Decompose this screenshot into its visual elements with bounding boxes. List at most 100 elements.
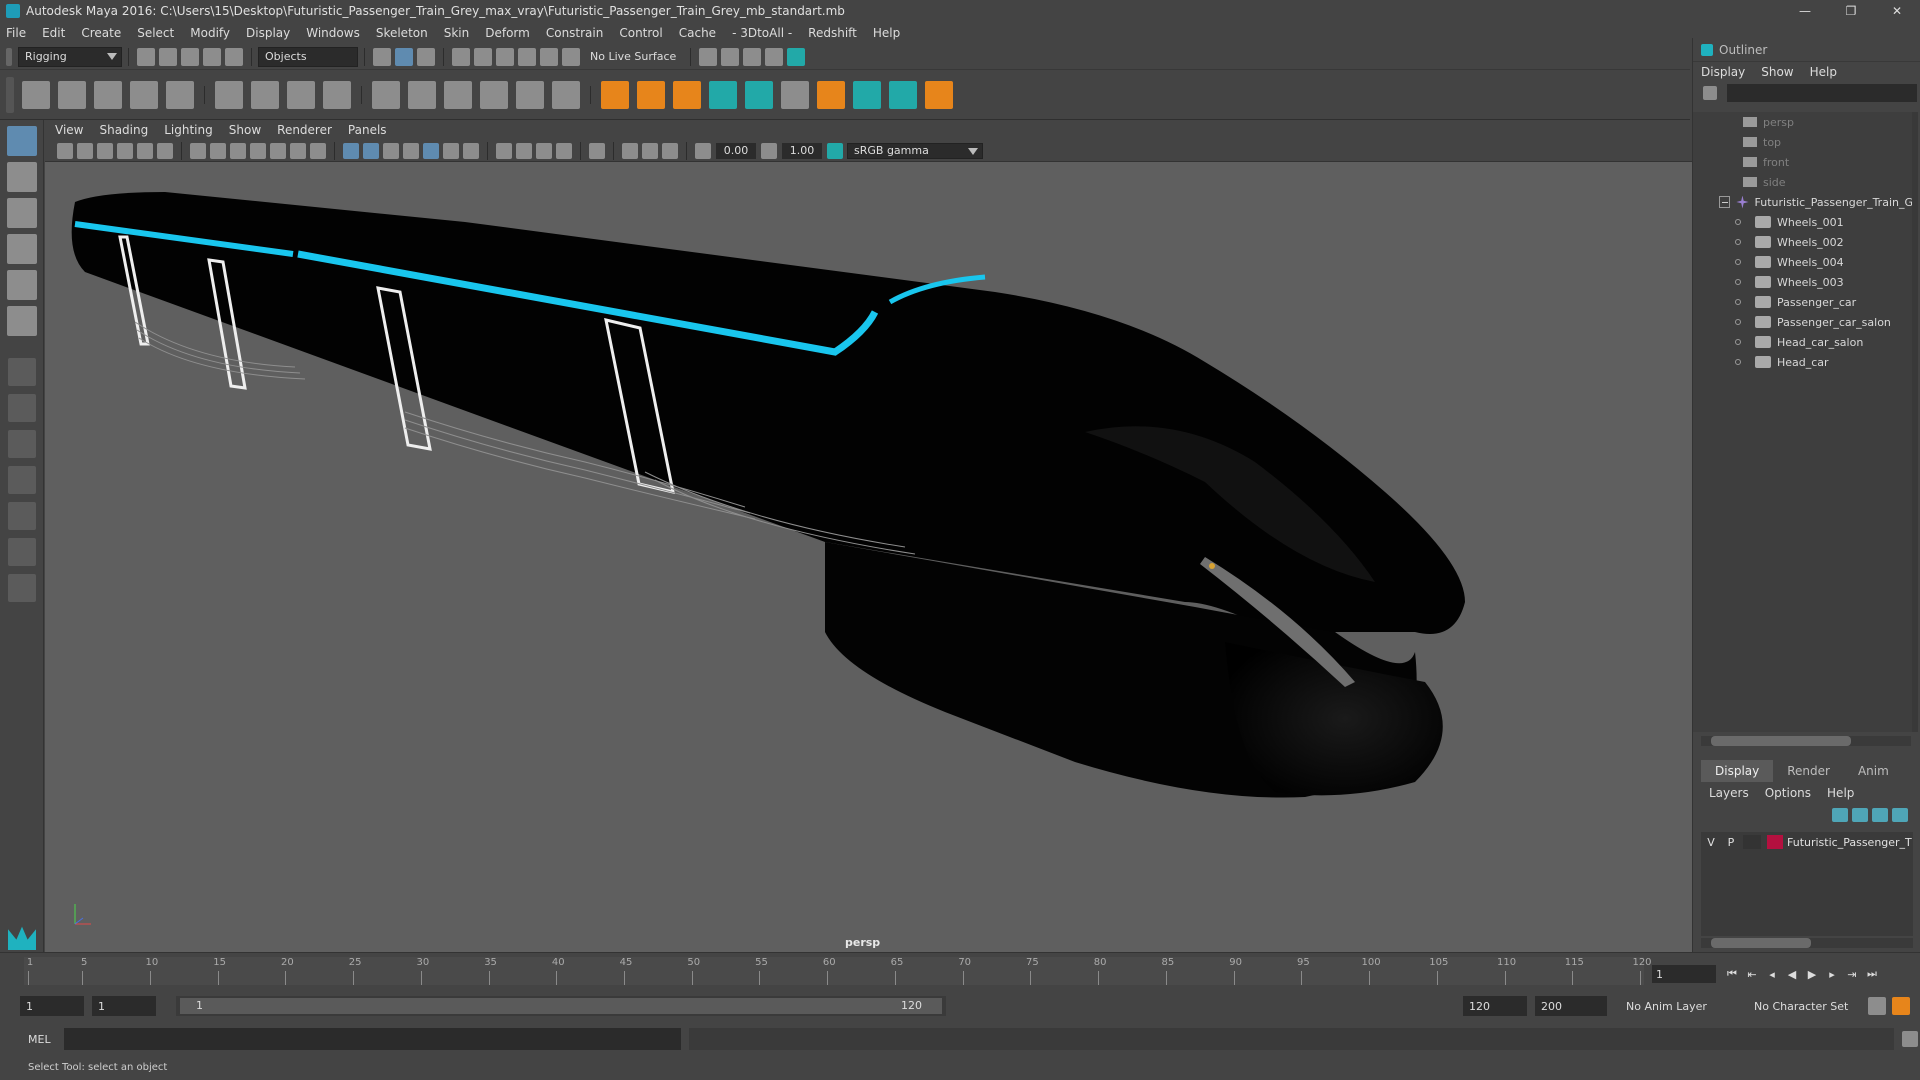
default-material-icon[interactable] — [383, 142, 399, 159]
maya-shelf-icon[interactable] — [889, 80, 917, 109]
live-surface-label[interactable]: No Live Surface — [590, 50, 676, 63]
exposure-field[interactable]: 0.00 — [716, 142, 756, 159]
selection-mode-dropdown[interactable]: Objects — [258, 46, 358, 67]
render-current-icon[interactable] — [721, 47, 740, 66]
xray-icon[interactable] — [622, 142, 638, 159]
character-set-dropdown[interactable]: No Character Set — [1748, 996, 1864, 1016]
command-input[interactable] — [63, 1028, 682, 1050]
animation-preferences-icon[interactable] — [1892, 997, 1910, 1015]
menu-display[interactable]: Display — [246, 26, 290, 40]
camera-lock-icon[interactable] — [77, 142, 93, 159]
tree-item-mesh[interactable]: Wheels_004 — [1693, 252, 1913, 272]
undo-icon[interactable] — [203, 47, 221, 66]
shadows-icon[interactable] — [463, 142, 479, 159]
locator-icon[interactable] — [601, 80, 629, 109]
isolate-select-icon[interactable] — [589, 142, 605, 159]
snap-surface-icon[interactable] — [540, 47, 558, 66]
redo-icon[interactable] — [225, 47, 243, 66]
range-slider-fill[interactable] — [180, 998, 942, 1014]
auto-key-icon[interactable] — [1868, 997, 1886, 1015]
parent-constraint-icon[interactable] — [516, 80, 544, 109]
exposure-icon[interactable] — [695, 142, 711, 159]
menu-create[interactable]: Create — [81, 26, 121, 40]
layer-color-swatch[interactable] — [1767, 835, 1783, 849]
playback-end-field[interactable]: 120 — [1463, 996, 1527, 1016]
rotate-tool-icon[interactable] — [6, 270, 37, 300]
time-slider-track[interactable]: 1 5 10 15 20 25 30 35 40 45 50 55 60 65 70 75 80 85 90 95 10… — [24, 957, 1652, 985]
particle-icon[interactable] — [673, 80, 701, 109]
tab-display[interactable]: Display — [1701, 760, 1774, 782]
select-hierarchy-icon[interactable] — [373, 47, 391, 66]
menu-skin[interactable]: Skin — [444, 26, 470, 40]
step-back-key-button[interactable]: ⇤ — [1742, 965, 1762, 983]
menu-constrain[interactable]: Constrain — [546, 26, 604, 40]
snap-view-icon[interactable] — [518, 47, 536, 66]
train-3d-model[interactable] — [45, 162, 1692, 952]
2d-pan-icon[interactable] — [137, 142, 153, 159]
camera-select-icon[interactable] — [57, 142, 73, 159]
layout-menu-icon[interactable] — [7, 574, 36, 602]
scale-constraint-icon[interactable] — [480, 80, 508, 109]
snap-grid-icon[interactable] — [452, 47, 470, 66]
menu-edit[interactable]: Edit — [42, 26, 65, 40]
tree-item-mesh[interactable]: Wheels_001 — [1693, 212, 1913, 232]
viewport-menu-lighting[interactable]: Lighting — [164, 123, 213, 137]
bind-skin-icon[interactable] — [215, 80, 243, 109]
four-view-icon[interactable] — [7, 394, 36, 422]
depth-of-field-icon[interactable] — [556, 142, 572, 159]
safe-action-icon[interactable] — [290, 142, 306, 159]
ik-handle-icon[interactable] — [58, 80, 86, 109]
viewport-menu-panels[interactable]: Panels — [348, 123, 387, 137]
color-management-icon[interactable] — [827, 142, 843, 159]
step-back-frame-button[interactable]: ◂ — [1762, 965, 1782, 983]
range-slider-bar[interactable]: 1 120 — [176, 996, 946, 1016]
menu-modify[interactable]: Modify — [190, 26, 230, 40]
save-scene-icon[interactable] — [181, 47, 199, 66]
layer-playback-toggle[interactable]: P — [1721, 836, 1741, 849]
tree-item-camera[interactable]: side — [1693, 172, 1913, 192]
ambient-occlusion-icon[interactable] — [496, 142, 512, 159]
script-icon[interactable] — [925, 80, 953, 109]
lattice-icon[interactable] — [287, 80, 315, 109]
paint-weights-icon[interactable] — [817, 80, 845, 109]
outliner-menu-help[interactable]: Help — [1810, 65, 1837, 79]
joint-tool-icon[interactable] — [22, 80, 50, 109]
mirror-joint-icon[interactable] — [166, 80, 194, 109]
scale-tool-icon[interactable] — [6, 306, 37, 336]
pole-vector-icon[interactable] — [552, 80, 580, 109]
wireframe-on-shaded-icon[interactable] — [403, 142, 419, 159]
safe-title-icon[interactable] — [310, 142, 326, 159]
filter-icon[interactable] — [1703, 86, 1717, 100]
animation-end-field[interactable]: 200 — [1535, 996, 1607, 1016]
collapse-icon[interactable] — [1719, 196, 1731, 208]
move-layer-up-icon[interactable] — [1832, 808, 1848, 822]
hypershade-icon[interactable] — [787, 47, 806, 66]
play-forwards-button[interactable]: ▶ — [1802, 965, 1822, 983]
menu-cache[interactable]: Cache — [679, 26, 716, 40]
grease-pencil-icon[interactable] — [157, 142, 173, 159]
insert-joint-icon[interactable] — [130, 80, 158, 109]
open-scene-icon[interactable] — [159, 47, 177, 66]
aim-constraint-icon[interactable] — [408, 80, 436, 109]
motion-blur-icon[interactable] — [516, 142, 532, 159]
orient-constraint-icon[interactable] — [444, 80, 472, 109]
new-layer-selected-icon[interactable] — [1892, 808, 1908, 822]
new-empty-layer-icon[interactable] — [1872, 808, 1888, 822]
layer-menu-layers[interactable]: Layers — [1709, 786, 1749, 800]
hypershade-persp-icon[interactable] — [7, 538, 36, 566]
component-editor-icon[interactable] — [853, 80, 881, 109]
ik-spline-icon[interactable] — [94, 80, 122, 109]
menu-redshift[interactable]: Redshift — [808, 26, 857, 40]
current-frame-field[interactable]: 1 — [1652, 965, 1716, 983]
menuset-dropdown[interactable]: Rigging — [18, 46, 122, 67]
layer-row[interactable]: V P Futuristic_Passenger_T — [1701, 832, 1913, 852]
go-to-end-button[interactable]: ⏭ — [1862, 965, 1882, 983]
use-all-lights-icon[interactable] — [443, 142, 459, 159]
layer-menu-help[interactable]: Help — [1827, 786, 1854, 800]
tree-item-group[interactable]: Futuristic_Passenger_Train_G — [1693, 192, 1913, 212]
bookmark-icon[interactable] — [97, 142, 113, 159]
anti-aliasing-icon[interactable] — [536, 142, 552, 159]
tree-item-mesh[interactable]: Head_car — [1693, 352, 1913, 372]
viewport-menu-renderer[interactable]: Renderer — [277, 123, 332, 137]
viewport-menu-shading[interactable]: Shading — [99, 123, 148, 137]
